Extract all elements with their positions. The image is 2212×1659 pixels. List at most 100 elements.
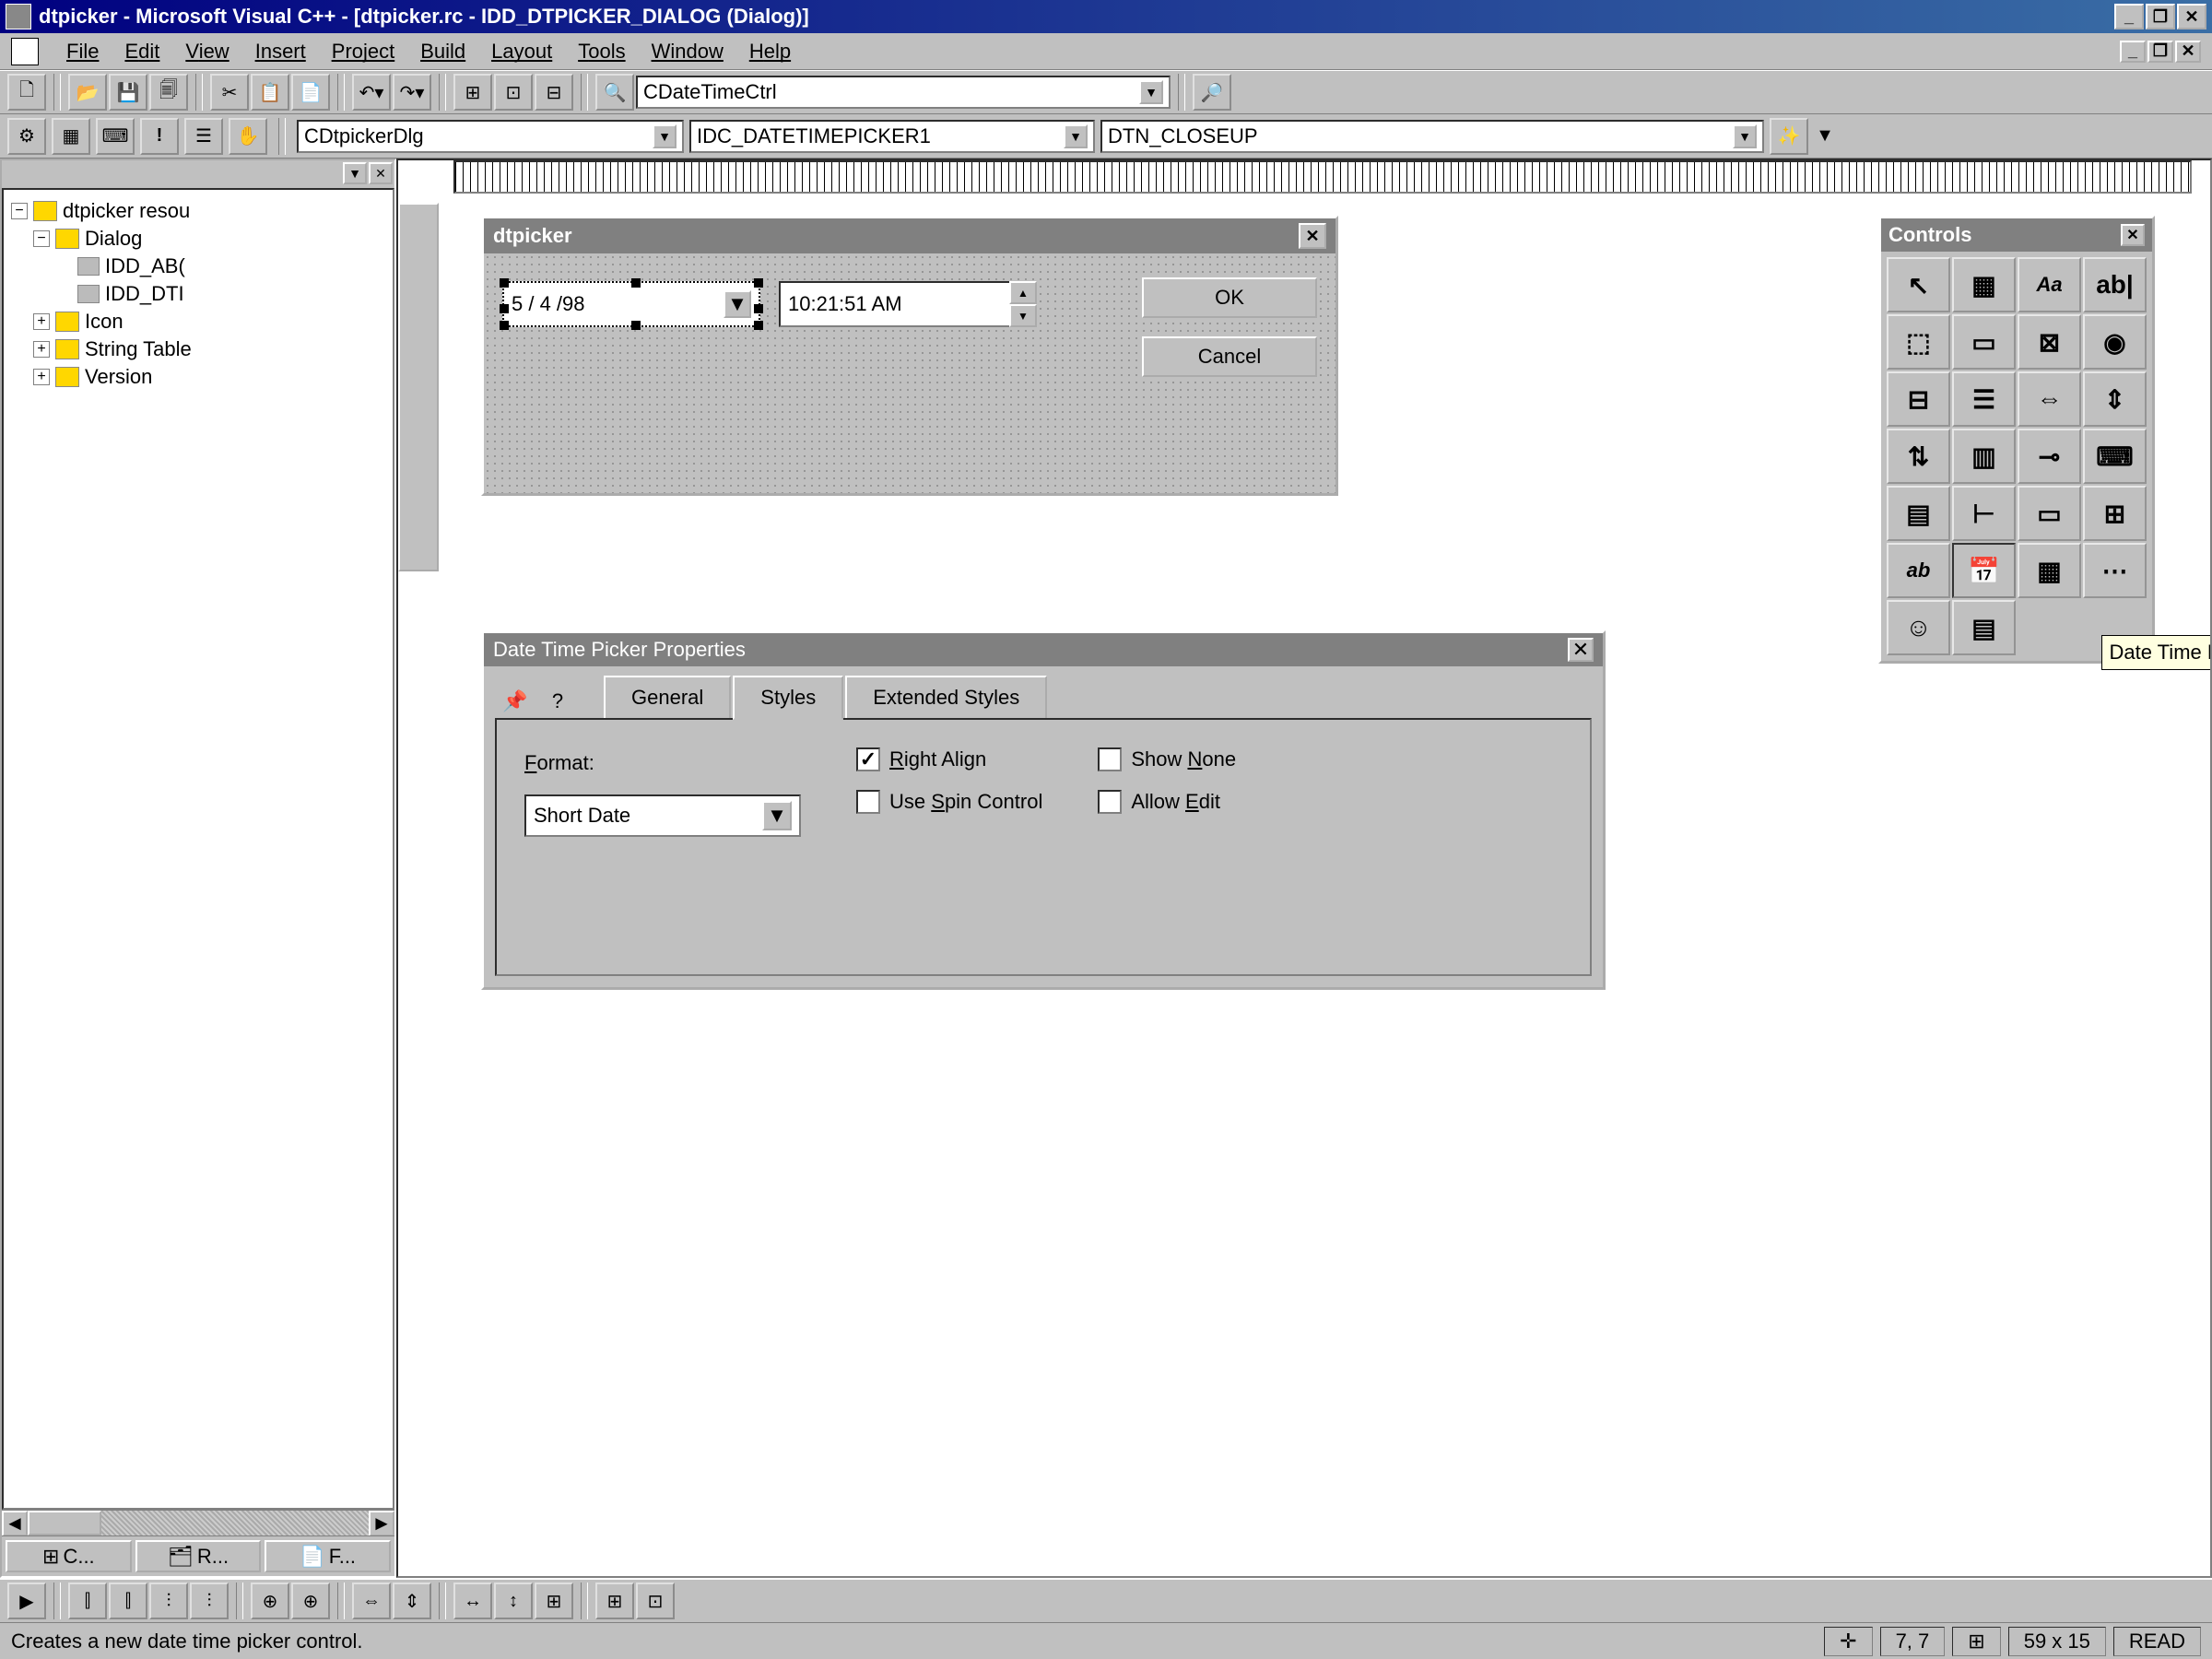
toggle-grid-button[interactable]: ⊞ xyxy=(595,1583,634,1619)
pushpin-icon[interactable]: 📌 xyxy=(499,685,532,718)
sidebar-close-button[interactable]: ✕ xyxy=(369,162,393,184)
help-icon[interactable]: ? xyxy=(541,685,574,718)
object-id-combo[interactable]: IDC_DATETIMEPICKER1 ▼ xyxy=(689,120,1095,153)
redo-button[interactable]: ↷▾ xyxy=(393,74,431,111)
wizard-icon5[interactable]: ☰ xyxy=(184,118,223,155)
slider-tool[interactable]: ⊸ xyxy=(2018,429,2081,484)
center-horiz-button[interactable]: ⊕ xyxy=(291,1583,330,1619)
hscrollbar-tool[interactable]: ⇔ xyxy=(2018,371,2081,427)
find-in-files-button[interactable]: 🔎 xyxy=(1193,74,1231,111)
format-combo[interactable]: Short Date ▼ xyxy=(524,794,801,837)
show-none-checkbox[interactable]: Show None xyxy=(1098,747,1236,771)
tree-expand-icon[interactable]: + xyxy=(33,369,50,385)
scroll-right-icon[interactable]: ► xyxy=(369,1511,394,1536)
button-tool[interactable]: ▭ xyxy=(1952,314,2016,370)
pointer-tool[interactable]: ↖ xyxy=(1887,257,1950,312)
same-height-button[interactable]: ↕ xyxy=(494,1583,533,1619)
monthcal-tool[interactable]: ▦ xyxy=(2018,543,2081,598)
same-size-button[interactable]: ⊞ xyxy=(535,1583,573,1619)
classview-tab[interactable]: ⊞C... xyxy=(6,1540,132,1572)
ipaddress-tool[interactable]: ⋯ xyxy=(2083,543,2147,598)
align-top-button[interactable]: ⫶ xyxy=(149,1583,188,1619)
tab-general[interactable]: General xyxy=(604,676,731,718)
ok-button[interactable]: OK xyxy=(1142,277,1317,318)
mdi-close-button[interactable]: ✕ xyxy=(2175,41,2201,63)
datetimepicker-tool[interactable]: 📅 xyxy=(1952,543,2016,598)
dropdown-icon[interactable]: ▼ xyxy=(1139,80,1163,104)
listbox-tool[interactable]: ☰ xyxy=(1952,371,2016,427)
tree-root[interactable]: dtpicker resou xyxy=(63,199,190,223)
class-name-combo[interactable]: CDtpickerDlg ▼ xyxy=(297,120,684,153)
controls-palette[interactable]: Controls ✕ ↖ ▦ Aa ab| ⬚ ▭ ⊠ ◉ ⊟ ☰ ⇔ ⇕ ⇅ … xyxy=(1878,216,2155,664)
tabctrl-tool[interactable]: ▭ xyxy=(2018,486,2081,541)
find-button[interactable]: 🔍 xyxy=(595,74,634,111)
static-text-tool[interactable]: Aa xyxy=(2018,257,2081,312)
edit-box-tool[interactable]: ab| xyxy=(2083,257,2147,312)
same-width-button[interactable]: ↔ xyxy=(453,1583,492,1619)
toggle-guides-button[interactable]: ⊡ xyxy=(636,1583,675,1619)
dialog-preview[interactable]: dtpicker ✕ 5 / 4 /98 ▼ 10:21: xyxy=(481,216,1338,496)
palette-close-button[interactable]: ✕ xyxy=(2121,224,2145,246)
test-dialog-button[interactable]: ▶ xyxy=(7,1583,46,1619)
palette-titlebar[interactable]: Controls ✕ xyxy=(1881,218,2152,252)
tab-extended-styles[interactable]: Extended Styles xyxy=(845,676,1047,718)
properties-close-button[interactable]: ✕ xyxy=(1568,638,1594,662)
dialog-close-button[interactable]: ✕ xyxy=(1299,223,1326,249)
tree-idd-abo[interactable]: IDD_AB( xyxy=(105,254,185,278)
wizard-icon3[interactable]: ⌨ xyxy=(96,118,135,155)
hotkey-tool[interactable]: ⌨ xyxy=(2083,429,2147,484)
class-combo[interactable]: CDateTimeCtrl ▼ xyxy=(636,76,1171,109)
dialog-editor-canvas[interactable]: dtpicker ✕ 5 / 4 /98 ▼ 10:21: xyxy=(396,159,2212,1578)
dropdown-icon[interactable]: ▼ xyxy=(653,124,677,148)
undo-button[interactable]: ↶▾ xyxy=(352,74,391,111)
windows-button[interactable]: ⊟ xyxy=(535,74,573,111)
tree-expand-icon[interactable]: + xyxy=(33,341,50,358)
vscrollbar-tool[interactable]: ⇕ xyxy=(2083,371,2147,427)
document-icon[interactable] xyxy=(11,38,39,65)
menu-build[interactable]: Build xyxy=(407,36,478,67)
copy-button[interactable]: 📋 xyxy=(251,74,289,111)
menu-file[interactable]: File xyxy=(53,36,112,67)
tree-idd-dtp[interactable]: IDD_DTI xyxy=(105,282,184,306)
custom-tool[interactable]: ☺ xyxy=(1887,600,1950,655)
properties-window[interactable]: Date Time Picker Properties ✕ 📌 ? Genera… xyxy=(481,630,1606,990)
spin-up-icon[interactable]: ▲ xyxy=(1009,281,1037,304)
align-left-button[interactable]: ⫿ xyxy=(68,1583,107,1619)
tab-styles[interactable]: Styles xyxy=(733,676,843,720)
fileview-tab[interactable]: 📄F... xyxy=(265,1540,391,1572)
dialog-titlebar[interactable]: dtpicker ✕ xyxy=(484,218,1335,253)
dropdown-icon[interactable]: ▼ xyxy=(1064,124,1088,148)
menu-help[interactable]: Help xyxy=(736,36,804,67)
cancel-button[interactable]: Cancel xyxy=(1142,336,1317,377)
mdi-restore-button[interactable]: ❐ xyxy=(2147,41,2173,63)
menu-tools[interactable]: Tools xyxy=(565,36,638,67)
picture-tool[interactable]: ▦ xyxy=(1952,257,2016,312)
sidebar-dropdown-button[interactable]: ▼ xyxy=(343,162,367,184)
wizard-icon4[interactable]: ! xyxy=(140,118,179,155)
save-all-button[interactable]: 🗐 xyxy=(149,74,188,111)
right-align-checkbox[interactable]: ✓ Right Align xyxy=(856,747,1042,771)
space-across-button[interactable]: ⇔ xyxy=(352,1583,391,1619)
cut-button[interactable]: ✂ xyxy=(210,74,249,111)
close-button[interactable]: ✕ xyxy=(2177,4,2206,29)
output-button[interactable]: ⊡ xyxy=(494,74,533,111)
menu-edit[interactable]: Edit xyxy=(112,36,172,67)
tree-collapse-icon[interactable]: − xyxy=(33,230,50,247)
richedit-tool[interactable]: ab xyxy=(1887,543,1950,598)
group-box-tool[interactable]: ⬚ xyxy=(1887,314,1950,370)
menu-project[interactable]: Project xyxy=(319,36,407,67)
tree-string-table[interactable]: String Table xyxy=(85,337,192,361)
properties-titlebar[interactable]: Date Time Picker Properties ✕ xyxy=(484,633,1603,666)
align-right-button[interactable]: ⫿ xyxy=(109,1583,147,1619)
wizard-icon2[interactable]: ▦ xyxy=(52,118,90,155)
datetimepicker-control-selected[interactable]: 5 / 4 /98 ▼ xyxy=(502,281,760,327)
menu-insert[interactable]: Insert xyxy=(242,36,319,67)
dropdown-icon[interactable]: ▼ xyxy=(762,801,792,830)
animate-tool[interactable]: ⊞ xyxy=(2083,486,2147,541)
space-down-button[interactable]: ⇕ xyxy=(393,1583,431,1619)
workspace-button[interactable]: ⊞ xyxy=(453,74,492,111)
timepicker-control[interactable]: 10:21:51 AM xyxy=(779,281,1018,327)
tree-icon-folder[interactable]: Icon xyxy=(85,310,124,334)
align-bottom-button[interactable]: ⫶ xyxy=(190,1583,229,1619)
mdi-minimize-button[interactable]: _ xyxy=(2120,41,2146,63)
